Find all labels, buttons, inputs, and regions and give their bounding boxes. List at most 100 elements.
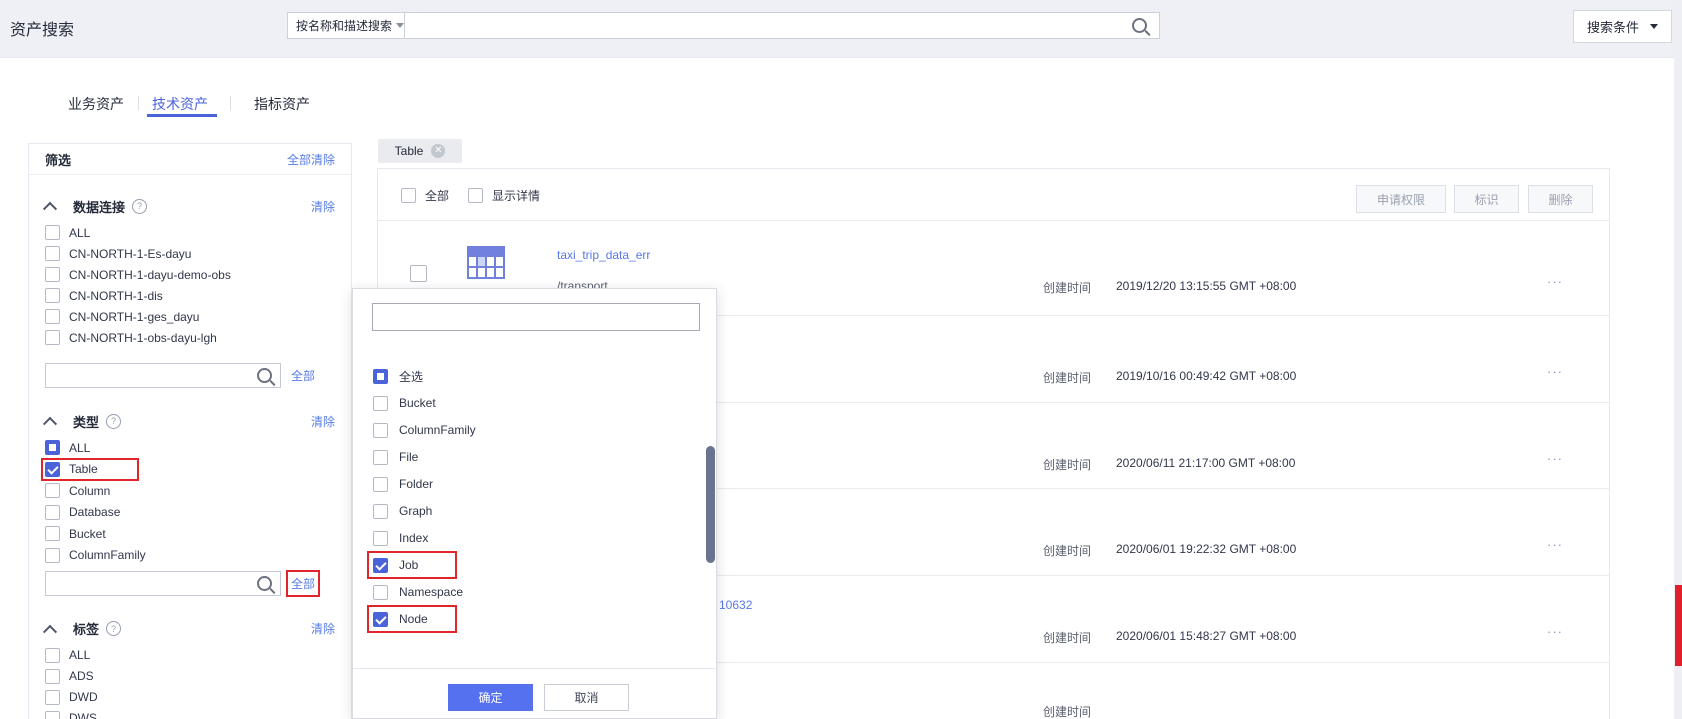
search-icon[interactable] <box>257 576 272 591</box>
collapse-chevron-icon[interactable] <box>43 624 57 638</box>
request-permission-button[interactable]: 申请权限 <box>1356 185 1446 213</box>
created-time-value: 2020/06/01 15:48:27 GMT +08:00 <box>1116 629 1296 643</box>
checkbox[interactable] <box>45 309 60 324</box>
cancel-button[interactable]: 取消 <box>544 684 629 711</box>
checkbox[interactable] <box>45 548 60 563</box>
created-time-label: 创建时间 <box>1043 279 1091 296</box>
checkbox[interactable] <box>373 477 388 492</box>
search-icon[interactable] <box>257 368 272 383</box>
checkbox[interactable] <box>373 558 388 573</box>
delete-button[interactable]: 删除 <box>1528 185 1593 213</box>
search-type-select[interactable]: 按名称和描述搜索 <box>287 12 405 39</box>
created-time-value: 2019/12/20 13:15:55 GMT +08:00 <box>1116 279 1296 293</box>
checkbox[interactable] <box>45 288 60 303</box>
filter-all-link[interactable]: 全部 <box>291 367 315 384</box>
ok-button[interactable]: 确定 <box>448 684 533 711</box>
popup-option-label: 全选 <box>399 368 423 385</box>
checkbox[interactable] <box>45 505 60 520</box>
checkbox[interactable] <box>45 225 60 240</box>
row-more-actions[interactable]: ··· <box>1547 537 1563 552</box>
help-icon[interactable] <box>106 414 121 429</box>
filter-chip-table: Table ✕ <box>378 139 462 163</box>
created-time-label: 创建时间 <box>1043 703 1091 719</box>
filter-sections: 数据连接清除ALLCN-NORTH-1-Es-dayuCN-NORTH-1-da… <box>29 175 351 719</box>
help-icon[interactable] <box>106 621 121 636</box>
checkbox[interactable] <box>45 711 60 719</box>
checkbox[interactable] <box>373 531 388 546</box>
filter-checkbox-row: CN-NORTH-1-dis <box>45 288 335 303</box>
popup-option: Job <box>373 557 451 573</box>
chip-close-icon[interactable]: ✕ <box>431 144 445 158</box>
filter-section-title: 类型 <box>73 412 99 431</box>
checkbox[interactable] <box>45 440 60 455</box>
filter-search-input[interactable] <box>54 575 257 591</box>
select-all-checkbox[interactable] <box>401 188 416 203</box>
filter-checkbox-row: ADS <box>45 669 335 684</box>
section-clear-link[interactable]: 清除 <box>311 198 335 215</box>
row-more-actions[interactable]: ··· <box>1547 364 1563 379</box>
collapse-chevron-icon[interactable] <box>43 202 57 216</box>
filter-checkbox-row: Table <box>45 462 135 477</box>
checkbox[interactable] <box>373 585 388 600</box>
filter-section-title: 标签 <box>73 619 99 638</box>
search-icon[interactable] <box>1132 18 1147 33</box>
filter-checkbox-row: ALL <box>45 648 335 663</box>
tag-button[interactable]: 标识 <box>1454 185 1519 213</box>
checkbox[interactable] <box>373 369 388 384</box>
checkbox-label: Database <box>69 505 120 519</box>
checkbox[interactable] <box>45 669 60 684</box>
filter-all-link[interactable]: 全部 <box>291 575 315 592</box>
popup-option: Node <box>373 611 451 627</box>
created-time-value: 2020/06/01 19:22:32 GMT +08:00 <box>1116 542 1296 556</box>
popup-search-input[interactable] <box>373 304 699 330</box>
asset-search-page: 资产搜索 按名称和描述搜索 搜索条件 业务资产 技术资产 指标资产 筛选 全部清… <box>0 0 1682 719</box>
search-type-label: 按名称和描述搜索 <box>296 17 392 34</box>
filter-checkbox-row: Bucket <box>45 526 335 541</box>
row-more-actions[interactable]: ··· <box>1547 451 1563 466</box>
filter-search-row: 全部 <box>45 363 335 388</box>
checkbox[interactable] <box>373 396 388 411</box>
tab-business-assets[interactable]: 业务资产 <box>68 94 124 114</box>
search-input[interactable] <box>405 13 1159 38</box>
checkbox[interactable] <box>45 267 60 282</box>
tab-metric-assets[interactable]: 指标资产 <box>254 94 310 114</box>
section-clear-link[interactable]: 清除 <box>311 620 335 637</box>
section-clear-link[interactable]: 清除 <box>311 413 335 430</box>
show-detail-checkbox[interactable] <box>468 188 483 203</box>
tab-technical-assets[interactable]: 技术资产 <box>152 94 208 114</box>
page-scrollbar-red-marker[interactable] <box>1675 585 1682 666</box>
row-more-actions[interactable]: ··· <box>1547 274 1563 289</box>
search-condition-button[interactable]: 搜索条件 <box>1573 10 1672 43</box>
asset-name-link-fragment[interactable]: 10632 <box>719 598 752 612</box>
popup-option-label: Job <box>399 558 418 572</box>
checkbox-label: Table <box>69 462 98 476</box>
row-checkbox[interactable] <box>410 265 427 282</box>
checkbox[interactable] <box>373 423 388 438</box>
collapse-chevron-icon[interactable] <box>43 417 57 431</box>
table-icon-cell <box>478 268 485 278</box>
help-icon[interactable] <box>132 199 147 214</box>
checkbox[interactable] <box>45 483 60 498</box>
row-more-actions[interactable]: ··· <box>1547 624 1563 639</box>
checkbox-label: ADS <box>69 669 94 683</box>
checkbox[interactable] <box>45 462 60 477</box>
checkbox[interactable] <box>373 504 388 519</box>
filter-search-input[interactable] <box>54 368 257 384</box>
search-input-wrap <box>404 12 1160 39</box>
checkbox[interactable] <box>45 526 60 541</box>
filter-checkbox-row: ALL <box>45 225 335 240</box>
asset-name-link[interactable]: taxi_trip_data_err <box>557 248 650 262</box>
clear-all-filters-link[interactable]: 全部清除 <box>287 151 335 168</box>
checkbox[interactable] <box>45 246 60 261</box>
checkbox[interactable] <box>45 690 60 705</box>
popup-option-label: Node <box>399 612 428 626</box>
checkbox[interactable] <box>45 330 60 345</box>
checkbox[interactable] <box>45 648 60 663</box>
popup-scrollbar[interactable] <box>706 446 715 563</box>
popup-option: Graph <box>373 503 673 519</box>
popup-option: Bucket <box>373 395 673 411</box>
filter-section-header: 类型 清除 <box>45 412 335 430</box>
checkbox[interactable] <box>373 450 388 465</box>
checkbox[interactable] <box>373 612 388 627</box>
checkbox-label: ALL <box>69 441 90 455</box>
